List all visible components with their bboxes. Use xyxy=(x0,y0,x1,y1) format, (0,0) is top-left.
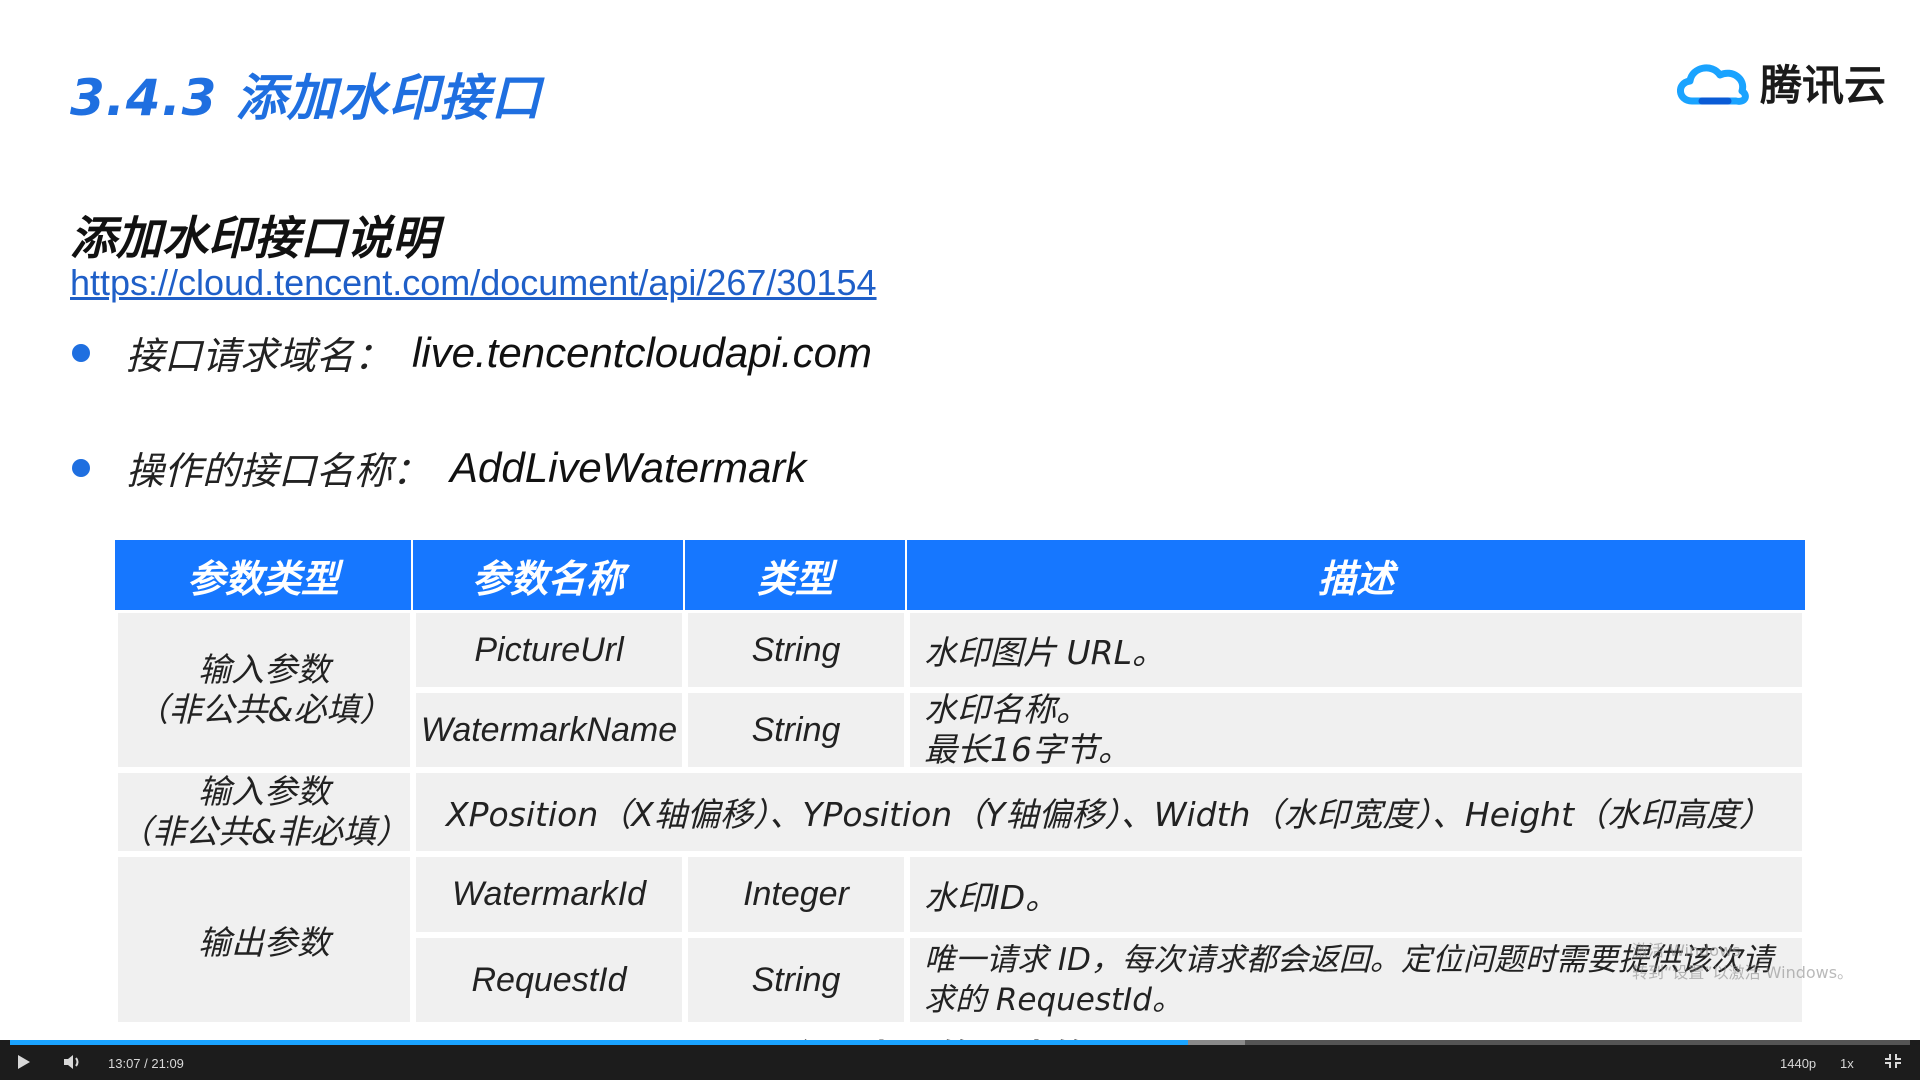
param-name: WatermarkId xyxy=(413,854,685,935)
group-cell-optional: 输入参数 （非公共&非必填） xyxy=(115,770,413,854)
doc-heading: 添加水印接口说明 xyxy=(70,211,438,265)
bullet-value: live.tencentcloudapi.com xyxy=(412,328,872,376)
param-type: String xyxy=(685,935,907,1025)
header-cell: 类型 xyxy=(685,540,907,610)
speed-button[interactable]: 1x xyxy=(1840,1056,1854,1071)
doc-link[interactable]: https://cloud.tencent.com/document/api/2… xyxy=(70,262,877,304)
bullet-label: 接口请求域名： xyxy=(126,334,393,378)
volume-icon[interactable] xyxy=(62,1053,82,1071)
optional-params-cell: XPosition（X轴偏移）、YPosition（Y轴偏移）、Width（水印… xyxy=(413,770,1805,854)
group-line: 输入参数 xyxy=(197,650,330,689)
param-desc: 水印名称。 最长16字节。 xyxy=(907,690,1805,770)
bullet-dot-icon xyxy=(72,343,90,362)
header-cell: 参数类型 xyxy=(115,540,413,610)
fullscreen-exit-icon[interactable] xyxy=(1884,1053,1902,1069)
group-line: （非公共&必填） xyxy=(135,690,393,729)
watermark-line: 激活 Windows xyxy=(1632,941,1741,960)
section-title: 3.4.3 添加水印接口 xyxy=(70,69,542,127)
logo-text: 腾讯云 xyxy=(1760,61,1887,110)
header-cell: 参数名称 xyxy=(413,540,685,610)
played-fill xyxy=(10,1040,1188,1045)
param-desc: 水印图片 URL。 xyxy=(907,610,1805,690)
tencent-cloud-logo: 腾讯云 xyxy=(1672,52,1886,113)
param-name: WatermarkName xyxy=(413,690,685,770)
bullet-value: AddLiveWatermark xyxy=(450,443,807,491)
video-player-controls: 13:07 / 21:09 1440p 1x xyxy=(0,1040,1920,1080)
quality-button[interactable]: 1440p xyxy=(1780,1056,1816,1071)
group-cell-required: 输入参数 （非公共&必填） xyxy=(115,610,413,770)
header-cell: 描述 xyxy=(907,540,1805,610)
param-desc: 水印ID。 xyxy=(907,854,1805,935)
param-type: String xyxy=(685,610,907,690)
slide: 3.4.3 添加水印接口 腾讯云 添加水印接口说明 https://cloud.… xyxy=(0,0,1920,1040)
time-display: 13:07 / 21:09 xyxy=(108,1056,184,1071)
desc-line: 最长16字节。 xyxy=(924,730,1131,769)
watermark-line: 转到“设置”以激活 Windows。 xyxy=(1632,963,1854,982)
desc-line: 水印ID。 xyxy=(924,877,1059,917)
desc-line: 求的 RequestId。 xyxy=(924,982,1183,1018)
param-type: Integer xyxy=(685,854,907,935)
table-body: 输入参数 （非公共&必填） PictureUrl String 水印图片 URL… xyxy=(115,610,1805,1080)
os-activation-watermark: 激活 Windows 转到“设置”以激活 Windows。 xyxy=(1632,940,1853,984)
cloud-icon xyxy=(1677,63,1749,105)
bullet-dot-icon xyxy=(72,458,90,477)
group-line: （非公共&非必填） xyxy=(119,812,409,851)
group-cell-output: 输出参数 xyxy=(115,854,413,1025)
bullet-domain: 接口请求域名： live.tencentcloudapi.com xyxy=(72,325,872,380)
group-line: 输入参数 xyxy=(197,772,330,811)
play-icon[interactable] xyxy=(18,1055,30,1069)
desc-line: 水印名称。 xyxy=(924,690,1089,729)
bullet-label: 操作的接口名称： xyxy=(126,449,431,493)
param-name: RequestId xyxy=(413,935,685,1025)
param-type: String xyxy=(685,690,907,770)
table-header: 参数类型 参数名称 类型 描述 xyxy=(115,540,1805,610)
param-table: 参数类型 参数名称 类型 描述 输入参数 （非公共&必填） PictureUrl… xyxy=(115,540,1805,1080)
bullet-action: 操作的接口名称： AddLiveWatermark xyxy=(72,440,806,495)
progress-bar[interactable] xyxy=(10,1040,1910,1045)
desc-line: 水印图片 URL。 xyxy=(924,633,1165,672)
param-name: PictureUrl xyxy=(413,610,685,690)
